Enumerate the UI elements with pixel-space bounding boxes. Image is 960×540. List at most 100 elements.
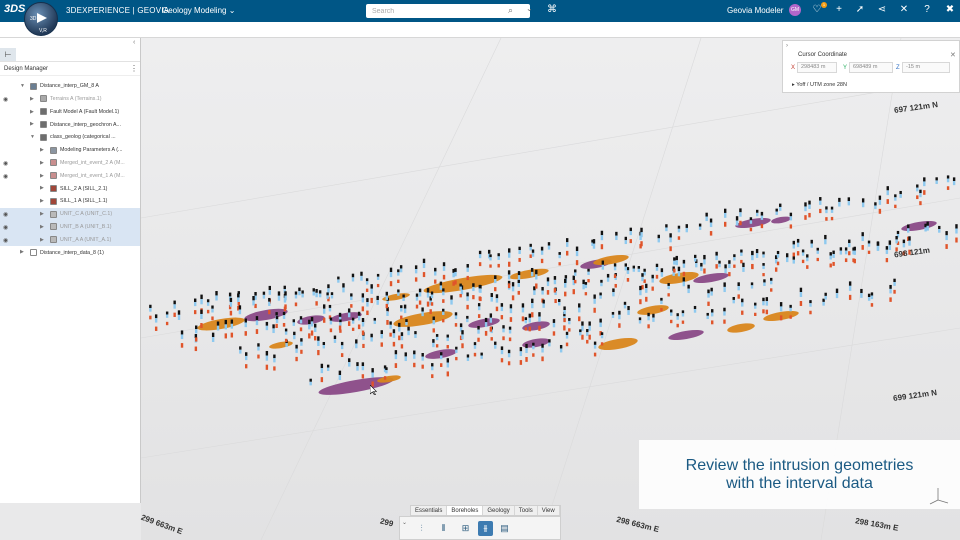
borehole[interactable] [581, 321, 584, 340]
borehole[interactable] [177, 310, 181, 320]
borehole[interactable] [762, 251, 765, 258]
borehole[interactable] [693, 305, 697, 313]
borehole[interactable] [531, 298, 534, 318]
borehole[interactable] [755, 249, 759, 258]
borehole[interactable] [277, 291, 281, 301]
borehole[interactable] [360, 271, 363, 281]
borehole[interactable] [531, 249, 535, 257]
borehole[interactable] [200, 309, 203, 329]
borehole[interactable] [923, 177, 926, 195]
borehole[interactable] [624, 263, 627, 271]
borehole[interactable] [397, 289, 400, 296]
borehole[interactable] [252, 295, 255, 306]
more-options-icon[interactable]: ⋮ [130, 64, 138, 73]
borehole[interactable] [403, 304, 407, 314]
tree-item[interactable]: ▼ Distance_interp_GM_8 A [0, 80, 140, 93]
tree-item[interactable]: ◉ ▶ Merged_int_event_1 A (M... [0, 170, 140, 183]
x-value-field[interactable]: 298483 m [797, 62, 837, 73]
borehole[interactable] [732, 296, 735, 304]
expand-arrow-icon[interactable]: ▶ [40, 211, 44, 217]
borehole[interactable] [216, 321, 220, 331]
borehole[interactable] [284, 291, 287, 310]
borehole[interactable] [422, 258, 426, 278]
borehole[interactable] [347, 308, 351, 326]
tree-icon[interactable]: ⊢ [0, 48, 16, 61]
tree-item[interactable]: ▶ Distance_interp_data_8 (1) [0, 246, 140, 259]
tools-icon[interactable]: ✕ [898, 4, 910, 15]
borehole[interactable] [724, 208, 727, 227]
borehole[interactable] [724, 264, 727, 273]
borehole[interactable] [547, 242, 551, 250]
borehole[interactable] [861, 232, 864, 250]
borehole[interactable] [546, 277, 550, 295]
borehole[interactable] [322, 341, 326, 349]
borehole[interactable] [310, 316, 314, 336]
borehole[interactable] [612, 288, 615, 297]
borehole[interactable] [799, 287, 803, 306]
borehole[interactable] [899, 190, 902, 198]
borehole[interactable] [528, 313, 531, 332]
share-icon[interactable]: ⋖ [876, 4, 888, 15]
borehole[interactable] [480, 352, 483, 359]
borehole[interactable] [838, 197, 841, 207]
borehole[interactable] [847, 197, 851, 206]
borehole[interactable] [484, 317, 488, 336]
tree-item[interactable]: ◉ ▶ Merged_int_event_2 A (M... [0, 157, 140, 170]
borehole[interactable] [822, 298, 825, 306]
borehole[interactable] [370, 333, 373, 342]
expand-arrow-icon[interactable]: ▶ [40, 173, 44, 179]
borehole[interactable] [592, 239, 596, 249]
borehole[interactable] [763, 279, 766, 287]
borehole[interactable] [638, 317, 642, 324]
borehole[interactable] [548, 339, 551, 347]
borehole[interactable] [538, 312, 541, 331]
tree-item[interactable]: ▶ Modeling Parameters A (... [0, 144, 140, 157]
expand-arrow-icon[interactable]: ▶ [40, 237, 44, 243]
borehole[interactable] [507, 270, 511, 289]
borehole[interactable] [494, 341, 497, 349]
borehole[interactable] [657, 234, 660, 243]
borehole[interactable] [698, 223, 702, 230]
borehole[interactable] [414, 331, 417, 338]
borehole[interactable] [421, 307, 424, 317]
axis-triad-icon[interactable] [928, 484, 950, 506]
borehole[interactable] [564, 278, 567, 297]
borehole[interactable] [405, 319, 408, 326]
app-selector[interactable]: Geology Modeling ⌄ [162, 6, 235, 15]
borehole[interactable] [373, 317, 377, 324]
borehole[interactable] [718, 260, 721, 268]
borehole[interactable] [755, 209, 759, 217]
borehole[interactable] [508, 248, 511, 267]
borehole[interactable] [938, 225, 941, 233]
borehole[interactable] [361, 293, 365, 312]
borehole[interactable] [888, 240, 892, 251]
borehole[interactable] [623, 301, 627, 309]
collapse-arrow-icon[interactable]: ▼ [20, 83, 25, 89]
borehole[interactable] [312, 288, 315, 296]
borehole[interactable] [394, 350, 398, 368]
borehole[interactable] [848, 281, 852, 300]
borehole[interactable] [376, 295, 379, 305]
borehole[interactable] [439, 281, 443, 290]
hidden-eye-icon[interactable]: ◉ [3, 224, 8, 231]
borehole[interactable] [779, 302, 783, 321]
borehole[interactable] [272, 324, 275, 334]
borehole[interactable] [371, 368, 374, 387]
borehole[interactable] [351, 273, 355, 282]
borehole[interactable] [490, 293, 493, 302]
tree-item[interactable]: ▶ Fault Model A (Fault Model.1) [0, 106, 140, 119]
borehole[interactable] [398, 322, 401, 341]
borehole[interactable] [244, 318, 247, 336]
borehole[interactable] [357, 311, 361, 330]
borehole[interactable] [750, 282, 754, 289]
borehole[interactable] [593, 294, 596, 313]
borehole[interactable] [330, 292, 334, 299]
borehole[interactable] [450, 295, 453, 305]
borehole[interactable] [687, 284, 690, 294]
tab-essentials[interactable]: Essentials [411, 506, 448, 515]
borehole[interactable] [835, 288, 839, 299]
borehole[interactable] [432, 339, 435, 348]
borehole[interactable] [735, 216, 739, 226]
borehole[interactable] [489, 313, 493, 332]
borehole[interactable] [239, 346, 242, 354]
